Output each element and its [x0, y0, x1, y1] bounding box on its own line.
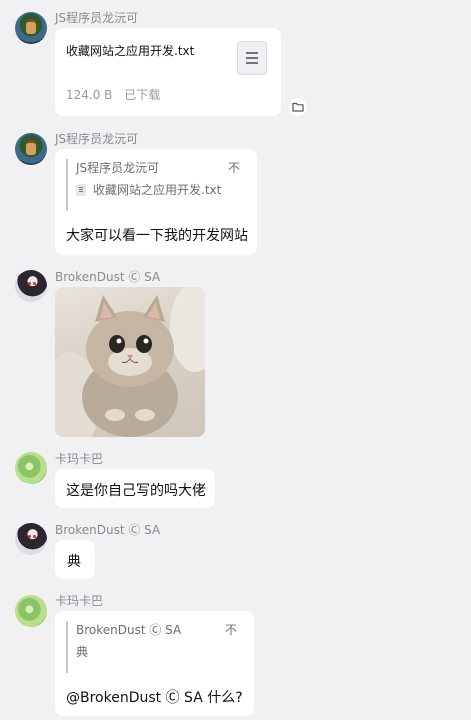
message-text: 典	[67, 554, 81, 570]
folder-icon	[292, 102, 304, 112]
quote-author: JS程序员龙沅可	[76, 161, 160, 175]
quote-content-text: 典	[76, 645, 89, 659]
quote-content-text: 收藏网站之应用开发.txt	[93, 183, 222, 197]
quote-block[interactable]: JS程序员龙沅可 不 收藏网站之应用开发.txt	[66, 159, 248, 211]
file-size: 124.0 B	[66, 88, 113, 102]
file-icon	[76, 183, 86, 196]
quote-content: 典	[76, 643, 246, 660]
message-text: 这是你自己写的吗大佬	[66, 483, 206, 499]
sender-name: JS程序员龙沅可	[55, 132, 139, 146]
message-bubble[interactable]: JS程序员龙沅可 不 收藏网站之应用开发.txt 大家可以看一下我的开发网站	[55, 149, 257, 255]
avatar[interactable]	[15, 523, 47, 555]
open-folder-button[interactable]	[289, 98, 307, 116]
message-bubble[interactable]: 典	[55, 540, 95, 579]
cat-illustration	[55, 287, 205, 437]
sender-name: 卡玛卡巴	[55, 452, 104, 466]
avatar[interactable]	[15, 12, 47, 44]
file-status: 已下载	[124, 88, 161, 102]
sender-name: JS程序员龙沅可	[55, 11, 139, 25]
avatar[interactable]	[15, 452, 47, 484]
sender-name: BrokenDust Ⓒ SA	[55, 523, 161, 537]
quote-content: 收藏网站之应用开发.txt	[76, 181, 248, 198]
sender-name: BrokenDust Ⓒ SA	[55, 270, 161, 284]
message-text: 大家可以看一下我的开发网站	[66, 228, 248, 244]
quote-close: 不	[225, 623, 238, 637]
quote-author: BrokenDust Ⓒ SA	[76, 623, 182, 637]
file-card[interactable]: 收藏网站之应用开发.txt 124.0 B 已下载	[55, 28, 281, 116]
message-bubble[interactable]: 这是你自己写的吗大佬	[55, 469, 215, 508]
quote-block[interactable]: BrokenDust Ⓒ SA 不 典	[66, 621, 246, 673]
text-file-icon	[237, 41, 267, 75]
avatar[interactable]	[15, 595, 47, 627]
file-name: 收藏网站之应用开发.txt	[66, 44, 195, 58]
file-meta: 124.0 B 已下载	[66, 86, 160, 103]
sender-name: 卡玛卡巴	[55, 594, 104, 608]
message-text: @BrokenDust Ⓒ SA 什么?	[66, 690, 243, 706]
cat-photo[interactable]	[55, 287, 205, 437]
avatar[interactable]	[15, 270, 47, 302]
quote-close: 不	[228, 161, 241, 175]
message-bubble[interactable]: BrokenDust Ⓒ SA 不 典 @BrokenDust Ⓒ SA 什么?	[55, 611, 254, 716]
avatar[interactable]	[15, 133, 47, 165]
